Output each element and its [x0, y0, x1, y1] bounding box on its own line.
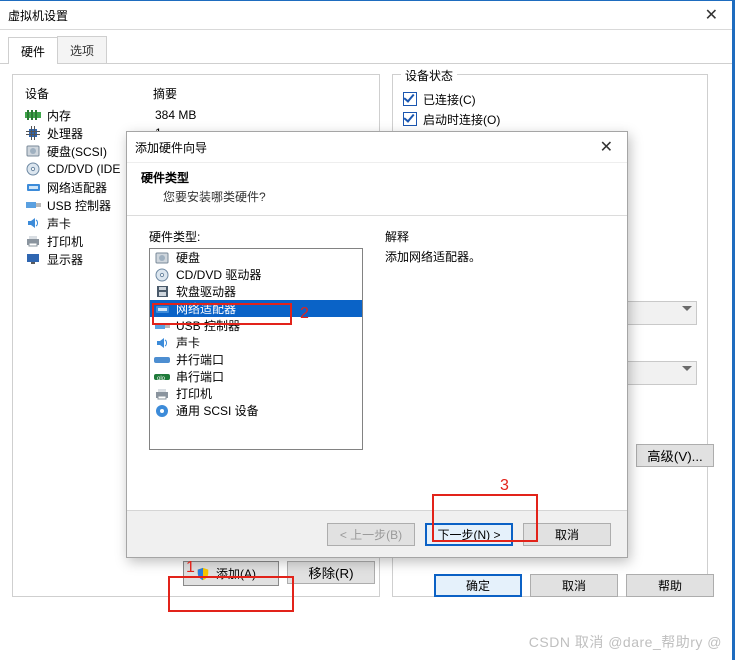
advanced-area: 高级(V)...	[636, 444, 714, 467]
list-item-label: 网络适配器	[176, 300, 236, 317]
scsi-icon	[154, 404, 170, 418]
window-close-icon[interactable]: ✕	[699, 5, 724, 25]
tab-hardware[interactable]: 硬件	[8, 37, 58, 64]
uac-shield-icon	[196, 567, 210, 581]
list-item-label: USB 控制器	[176, 317, 240, 334]
list-item-label: 软盘驱动器	[176, 283, 236, 300]
hardware-type-listbox[interactable]: 硬盘CD/DVD 驱动器软盘驱动器网络适配器USB 控制器声卡并行端口 olo 串行…	[149, 248, 363, 450]
tab-options[interactable]: 选项	[57, 36, 107, 63]
vm-settings-window: 虚拟机设置 ✕ 硬件 选项 设备 摘要 内存384 MB处理器1硬盘(SCSI)…	[0, 0, 735, 660]
cpu-icon	[25, 127, 41, 139]
wizard-next-button[interactable]: 下一步(N) >	[425, 523, 513, 546]
display-icon	[25, 253, 41, 265]
wizard-titlebar: 添加硬件向导 ✕	[127, 132, 627, 163]
wizard-close-icon[interactable]: ✕	[594, 137, 619, 157]
hardware-type-item[interactable]: olo 串行端口	[150, 368, 362, 385]
remove-hardware-button[interactable]: 移除(R)	[287, 561, 375, 584]
net-icon	[154, 303, 170, 315]
hardware-type-item[interactable]: 硬盘	[150, 249, 362, 266]
serial-icon: olo	[154, 372, 170, 382]
disk-icon	[154, 252, 170, 264]
explanation-label: 解释	[385, 228, 605, 245]
wizard-heading: 硬件类型	[141, 169, 613, 186]
wizard-cancel-button[interactable]: 取消	[523, 523, 611, 546]
chevron-down-icon	[682, 306, 692, 316]
printer-icon	[154, 388, 170, 400]
sound-icon	[25, 217, 41, 229]
hardware-type-item[interactable]: 声卡	[150, 334, 362, 351]
chevron-down-icon	[682, 366, 692, 376]
svg-text:olo: olo	[157, 376, 166, 382]
col-device: 设备	[25, 85, 153, 102]
connected-checkbox[interactable]: 已连接(C)	[403, 89, 697, 109]
list-item-label: 串行端口	[176, 368, 224, 385]
col-summary: 摘要	[153, 85, 177, 102]
add-button-label: 添加(A)...	[216, 565, 266, 582]
device-row[interactable]: 内存384 MB	[23, 106, 369, 124]
list-item-label: CD/DVD 驱动器	[176, 266, 261, 283]
add-hardware-wizard: 添加硬件向导 ✕ 硬件类型 您要安装哪类硬件? 硬件类型: 硬盘CD/DVD 驱…	[126, 131, 628, 558]
disk-icon	[25, 145, 41, 157]
device-label: 内存	[47, 107, 155, 124]
hardware-type-item[interactable]: CD/DVD 驱动器	[150, 266, 362, 283]
hardware-type-item[interactable]: 通用 SCSI 设备	[150, 402, 362, 419]
window-title: 虚拟机设置	[8, 7, 699, 24]
device-value: 384 MB	[155, 108, 196, 122]
connect-at-poweron-checkbox[interactable]: 启动时连接(O)	[403, 109, 697, 129]
list-item-label: 并行端口	[176, 351, 224, 368]
status-group-title: 设备状态	[401, 67, 457, 84]
ok-button[interactable]: 确定	[434, 574, 522, 597]
cd-icon	[25, 163, 41, 175]
wizard-back-button[interactable]: < 上一步(B)	[327, 523, 415, 546]
cd-icon	[154, 268, 170, 282]
hardware-type-item[interactable]: 软盘驱动器	[150, 283, 362, 300]
wizard-subheading: 您要安装哪类硬件?	[141, 186, 613, 205]
window-titlebar: 虚拟机设置 ✕	[0, 1, 732, 30]
watermark: CSDN 取消 @dare_帮助ry @	[529, 632, 722, 652]
device-list-header: 设备 摘要	[23, 83, 369, 106]
hardware-type-label: 硬件类型:	[149, 228, 363, 245]
wizard-title: 添加硬件向导	[135, 139, 594, 156]
usb-icon	[154, 321, 170, 331]
hardware-type-item[interactable]: USB 控制器	[150, 317, 362, 334]
printer-icon	[25, 235, 41, 247]
hardware-type-item[interactable]: 并行端口	[150, 351, 362, 368]
wizard-footer: < 上一步(B) 下一步(N) > 取消	[127, 510, 627, 557]
help-button[interactable]: 帮助	[626, 574, 714, 597]
list-item-label: 打印机	[176, 385, 212, 402]
add-hardware-button[interactable]: 添加(A)...	[183, 561, 279, 586]
list-item-label: 声卡	[176, 334, 200, 351]
hardware-type-item[interactable]: 打印机	[150, 385, 362, 402]
cancel-button[interactable]: 取消	[530, 574, 618, 597]
memory-icon	[25, 109, 41, 121]
checkbox-icon	[403, 92, 417, 106]
wizard-header: 硬件类型 您要安装哪类硬件?	[127, 163, 627, 216]
sound-icon	[154, 337, 170, 349]
net-icon	[25, 181, 41, 193]
list-item-label: 通用 SCSI 设备	[176, 402, 259, 419]
parallel-icon	[154, 355, 170, 365]
floppy-icon	[154, 285, 170, 298]
checkbox-icon	[403, 112, 417, 126]
explanation-text: 添加网络适配器。	[385, 248, 605, 265]
hardware-type-item[interactable]: 网络适配器	[150, 300, 362, 317]
tab-strip: 硬件 选项	[0, 30, 732, 64]
usb-icon	[25, 199, 41, 211]
advanced-button[interactable]: 高级(V)...	[636, 444, 714, 467]
list-item-label: 硬盘	[176, 249, 200, 266]
